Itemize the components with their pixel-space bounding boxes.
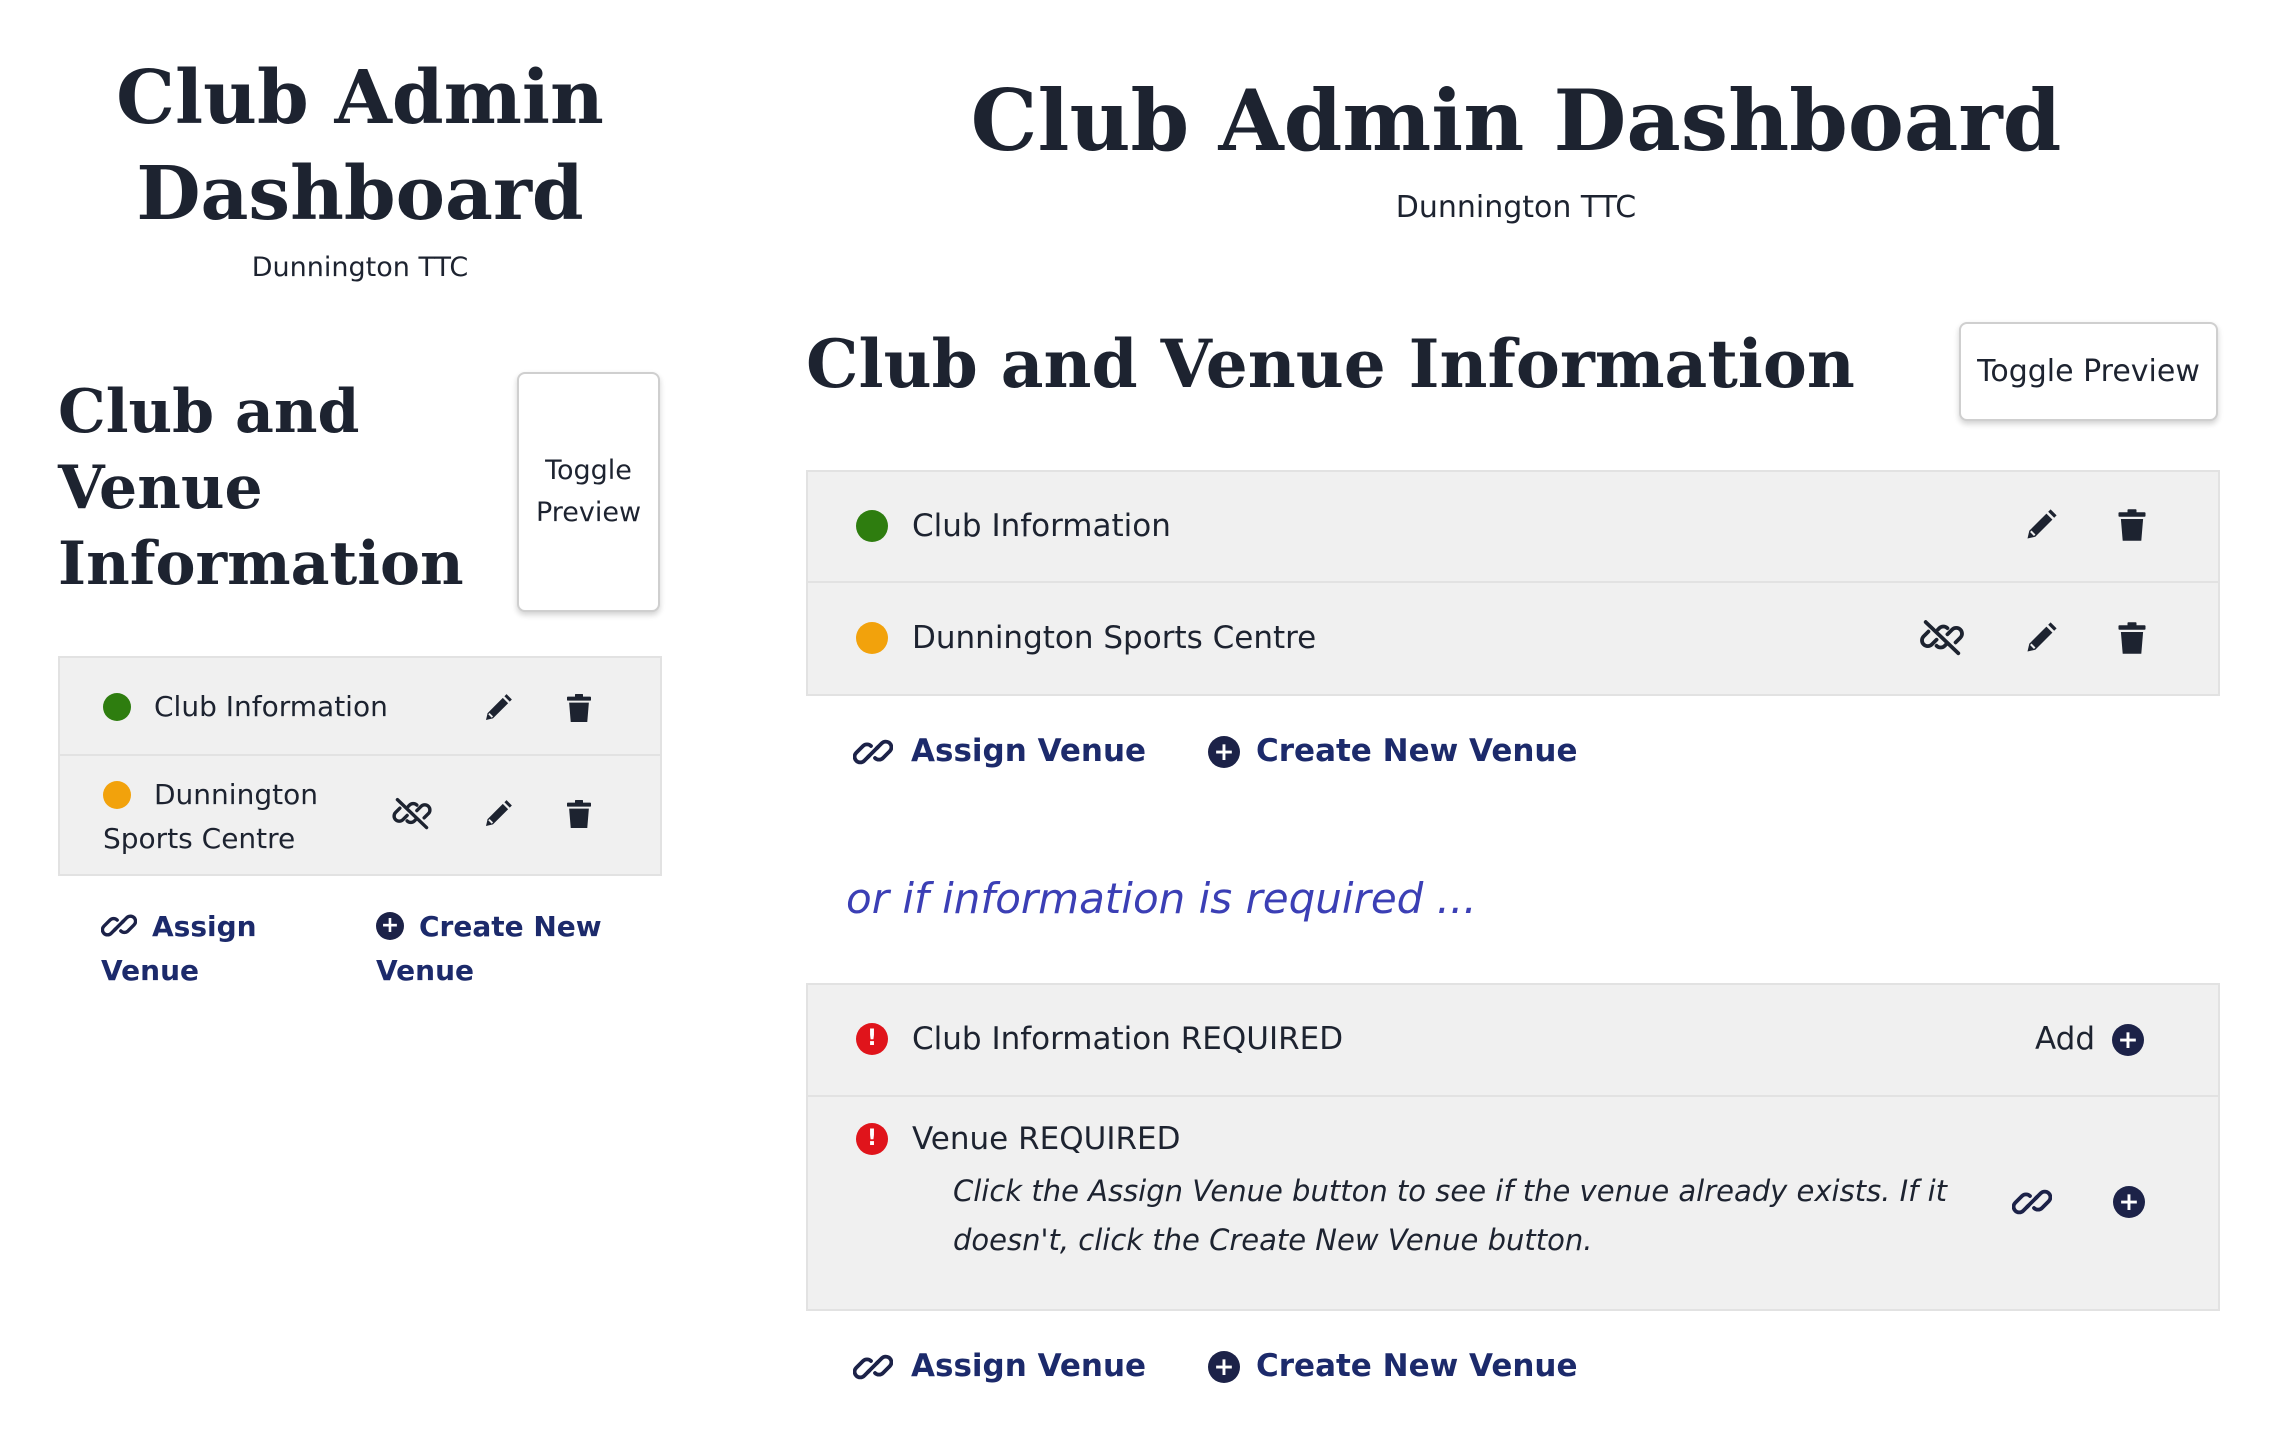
desktop-status-dot-green bbox=[856, 510, 888, 542]
mobile-assign-line1: Assign bbox=[152, 910, 257, 943]
link-icon[interactable] bbox=[2012, 1187, 2052, 1217]
required-item-suffix: REQUIRED bbox=[1008, 1121, 1181, 1157]
plus-circle-icon[interactable]: + bbox=[2113, 1186, 2145, 1218]
venue-help-text: Click the Assign Venue button to see if … bbox=[953, 1167, 1947, 1265]
delete-trash-icon[interactable] bbox=[2114, 620, 2150, 656]
link-icon bbox=[853, 1352, 893, 1382]
mobile-section-title: Club and Venue Information bbox=[58, 374, 464, 602]
mobile-create-line1: Create New bbox=[419, 910, 602, 943]
mobile-create-line2: Venue bbox=[376, 954, 474, 987]
plus-circle-icon: + bbox=[1208, 736, 1240, 768]
venue-help-line2: doesn't, click the Create New Venue butt… bbox=[953, 1223, 1593, 1257]
unlink-icon[interactable] bbox=[392, 796, 432, 830]
required-item-main: Venue bbox=[912, 1121, 1009, 1157]
edit-pencil-icon[interactable] bbox=[2023, 620, 2059, 656]
mobile-section-line2: Venue bbox=[58, 453, 263, 523]
plus-circle-icon: + bbox=[2112, 1024, 2144, 1056]
desktop-toggle-preview-button[interactable]: Toggle Preview bbox=[1959, 322, 2218, 421]
desktop-item-label: Dunnington Sports Centre bbox=[912, 620, 1317, 656]
required-item-suffix: REQUIRED bbox=[1170, 1021, 1344, 1057]
edit-pencil-icon[interactable] bbox=[2023, 507, 2059, 543]
desktop-title: Club Admin Dashboard bbox=[970, 71, 2062, 170]
desktop-section-title: Club and Venue Information bbox=[806, 325, 1855, 403]
link-icon bbox=[101, 912, 137, 939]
mobile-club-name: Dunnington TTC bbox=[251, 252, 469, 283]
desktop-status-dot-orange bbox=[856, 622, 888, 654]
warning-icon: ! bbox=[856, 1123, 888, 1155]
mobile-status-dot-green bbox=[103, 693, 131, 721]
mobile-item-label-line2: Sports Centre bbox=[103, 822, 296, 855]
mobile-assign-line2: Venue bbox=[101, 954, 199, 987]
mobile-toggle-line2: Preview bbox=[535, 497, 642, 528]
add-label: Add bbox=[2035, 1021, 2096, 1057]
required-item-main: Club Information bbox=[912, 1021, 1171, 1057]
mobile-title-line1: Club Admin bbox=[116, 55, 604, 141]
desktop-assign-label-2: Assign Venue bbox=[911, 1348, 1147, 1384]
mobile-title-line2: Dashboard bbox=[136, 151, 584, 237]
desktop-assign-label: Assign Venue bbox=[911, 733, 1147, 769]
delete-trash-icon[interactable] bbox=[2114, 507, 2150, 543]
desktop-item-label: Club Information bbox=[912, 508, 1171, 544]
required-item-label: Venue REQUIRED bbox=[912, 1121, 1180, 1157]
plus-circle-icon: + bbox=[376, 912, 404, 940]
mobile-status-dot-orange bbox=[103, 781, 131, 809]
link-icon bbox=[853, 737, 893, 767]
desktop-club-name: Dunnington TTC bbox=[1395, 190, 1637, 225]
mobile-section-line3: Information bbox=[58, 529, 464, 599]
mobile-item-label-line1: Dunnington bbox=[154, 778, 318, 811]
venue-help-line1: Click the Assign Venue button to see if … bbox=[953, 1174, 1948, 1208]
desktop-create-label-2: Create New Venue bbox=[1256, 1348, 1578, 1384]
mobile-section-line1: Club and bbox=[58, 377, 360, 447]
mobile-toggle-line1: Toggle bbox=[545, 455, 632, 486]
delete-trash-icon[interactable] bbox=[563, 798, 595, 830]
unlink-icon[interactable] bbox=[1920, 618, 1964, 656]
mobile-title: Club Admin Dashboard bbox=[40, 50, 680, 242]
delete-trash-icon[interactable] bbox=[563, 692, 595, 724]
required-note: or if information is required ... bbox=[846, 874, 1477, 923]
required-item-label: Club Information REQUIRED bbox=[912, 1021, 1343, 1057]
edit-pencil-icon[interactable] bbox=[482, 692, 514, 724]
edit-pencil-icon[interactable] bbox=[482, 798, 514, 830]
plus-circle-icon: + bbox=[1208, 1351, 1240, 1383]
warning-icon: ! bbox=[856, 1023, 888, 1055]
desktop-create-label: Create New Venue bbox=[1256, 733, 1578, 769]
mobile-toggle-preview-button[interactable]: Toggle Preview bbox=[517, 372, 660, 612]
mobile-item-label: Club Information bbox=[154, 690, 388, 723]
